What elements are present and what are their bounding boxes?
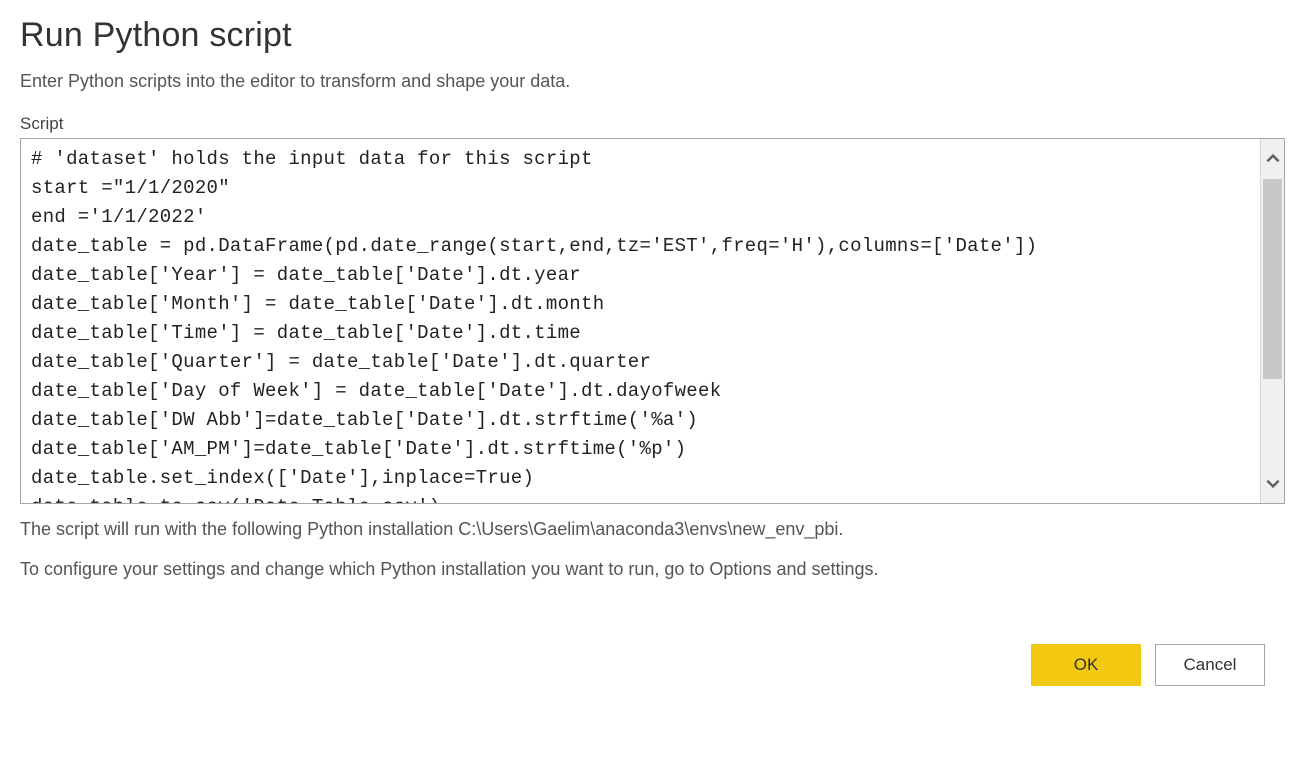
footer-install-path: The script will run with the following P…	[20, 514, 1285, 544]
scroll-track[interactable]	[1261, 179, 1284, 463]
script-editor[interactable]	[21, 139, 1260, 503]
cancel-button[interactable]: Cancel	[1155, 644, 1265, 686]
dialog-subtitle: Enter Python scripts into the editor to …	[20, 71, 1285, 92]
scroll-down-arrow-icon[interactable]	[1261, 463, 1284, 503]
scrollbar[interactable]	[1260, 139, 1284, 503]
button-row: OK Cancel	[20, 644, 1285, 686]
footer-configure-hint: To configure your settings and change wh…	[20, 554, 1285, 584]
dialog-title: Run Python script	[20, 16, 1285, 55]
script-label: Script	[20, 114, 1285, 134]
scroll-thumb[interactable]	[1263, 179, 1282, 379]
ok-button[interactable]: OK	[1031, 644, 1141, 686]
script-editor-container	[20, 138, 1285, 504]
scroll-up-arrow-icon[interactable]	[1261, 139, 1284, 179]
